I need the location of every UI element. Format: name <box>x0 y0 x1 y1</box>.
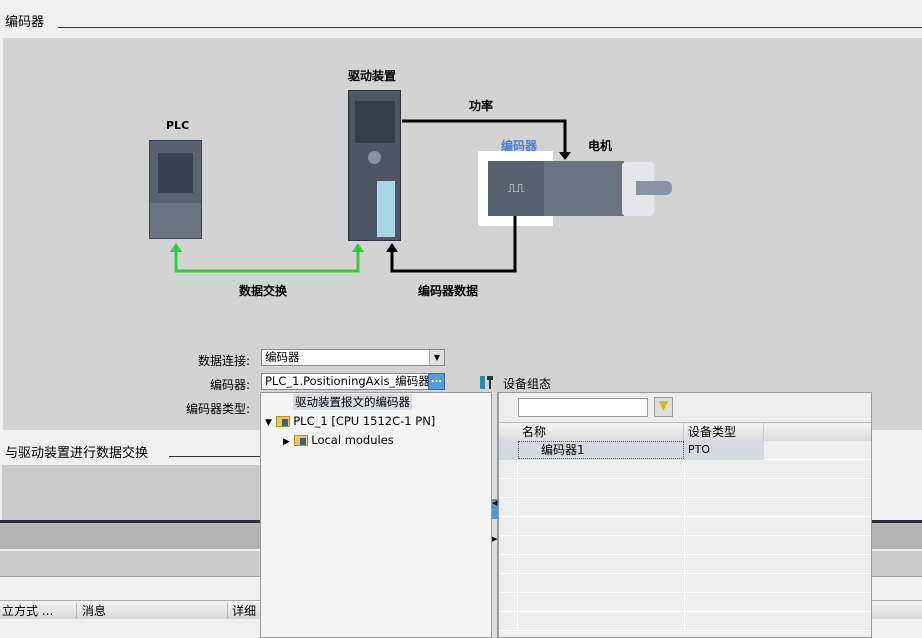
tree-item-plc[interactable]: ▼ PLC_1 [CPU 1512C-1 PN] <box>265 414 435 428</box>
column-header[interactable]: 详细 <box>232 602 256 619</box>
encoder-data-arrow <box>386 243 398 252</box>
section-title-drive-exchange: 与驱动装置进行数据交换 <box>5 446 149 461</box>
device-table-body: 编码器1 PTO <box>499 441 871 631</box>
tree-item-label: PLC_1 [CPU 1512C-1 PN] <box>293 414 436 428</box>
column-header-device-type[interactable]: 设备类型 <box>684 423 764 441</box>
device-config-icon[interactable] <box>480 376 494 389</box>
diagram-connections <box>170 119 571 273</box>
tree-item-local-modules[interactable]: ▶ Local modules <box>283 433 394 447</box>
expand-down-icon[interactable]: ▼ <box>265 418 272 428</box>
data-connection-label: 数据连接: <box>197 354 250 368</box>
device-config-link[interactable]: 设备组态 <box>503 375 551 392</box>
filter-input[interactable] <box>518 398 648 417</box>
encoder-field-label: 编码器: <box>209 378 250 392</box>
column-header-name[interactable]: 名称 <box>518 423 684 441</box>
drive-arrow <box>352 243 364 252</box>
table-row[interactable]: 编码器1 PTO <box>499 441 764 460</box>
tree-item-label: Local modules <box>311 433 394 447</box>
folder-icon <box>275 416 290 427</box>
browse-button[interactable]: ... <box>428 373 445 390</box>
device-table-header: 名称 设备类型 <box>499 422 871 441</box>
device-name-cell: 编码器1 <box>518 441 684 459</box>
power-arrow <box>559 152 571 160</box>
power-line <box>402 119 567 158</box>
encoder-type-label: 编码器类型: <box>185 402 250 416</box>
data-exchange-line <box>174 249 360 273</box>
encoder-data-line <box>390 216 517 273</box>
expand-right-icon[interactable]: ▶ <box>283 437 290 447</box>
encoder-browse-popup: 驱动装置报文的编码器 ▼ PLC_1 [CPU 1512C-1 PN] ▶ Lo… <box>260 392 492 638</box>
divider <box>169 456 269 457</box>
encoder-input[interactable]: PLC_1.PositioningAxis_编码器1 <box>261 373 429 390</box>
column-header[interactable]: 立方式 ... <box>0 602 77 619</box>
chevron-down-icon[interactable]: ▼ <box>429 350 444 365</box>
filter-icon[interactable]: ▼ <box>654 397 673 417</box>
tree-item-drive-telegram-encoder[interactable]: 驱动装置报文的编码器 <box>293 394 412 410</box>
drive-exchange-area <box>2 465 260 520</box>
data-exchange-label: 数据交换 <box>239 284 288 298</box>
column-header[interactable]: 消息 <box>82 602 228 619</box>
data-connection-select[interactable]: 编码器 ▼ <box>261 349 445 366</box>
plc-arrow <box>170 243 182 252</box>
device-list-panel: ▼ 名称 设备类型 编码器1 PTO <box>498 392 872 638</box>
device-type-cell: PTO <box>688 443 711 456</box>
encoder-data-label: 编码器数据 <box>418 284 479 298</box>
folder-icon <box>293 435 308 446</box>
data-connection-value: 编码器 <box>265 350 300 364</box>
